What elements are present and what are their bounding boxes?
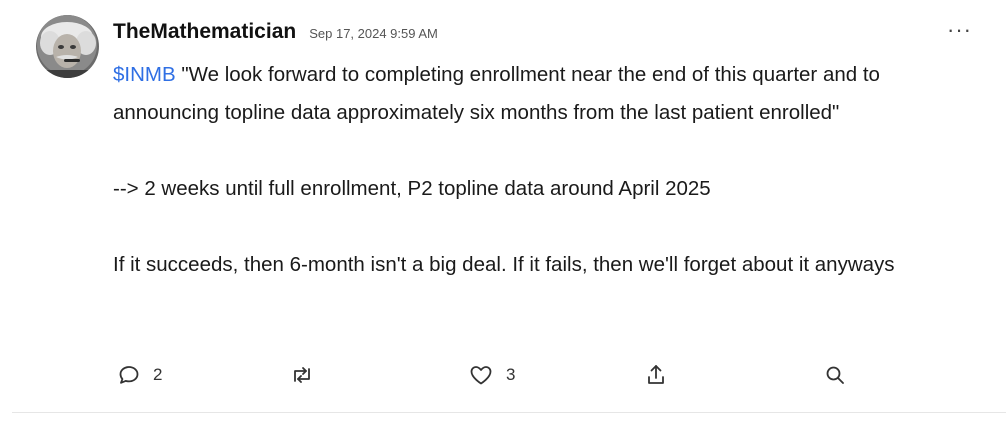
like-button[interactable]: 3 [468,360,515,390]
share-button[interactable] [645,360,667,390]
post-body: $INMB "We look forward to completing enr… [113,56,973,284]
ticker-link[interactable]: $INMB [113,63,176,86]
repost-button[interactable] [289,360,315,390]
timestamp[interactable]: Sep 17, 2024 9:59 AM [309,26,438,41]
action-bar: 2 3 [113,360,873,390]
comment-icon [117,363,141,387]
quote-text: "We look forward to completing enrollmen… [113,63,880,124]
like-count: 3 [506,365,516,384]
reply-button[interactable]: 2 [117,360,162,390]
post-paragraph: $INMB "We look forward to completing enr… [113,56,973,132]
post-header: TheMathematician Sep 17, 2024 9:59 AM [113,20,438,44]
repost-icon [289,363,315,387]
avatar[interactable] [36,15,99,78]
username[interactable]: TheMathematician [113,20,296,44]
post-card: TheMathematician Sep 17, 2024 9:59 AM ··… [0,0,1006,426]
post-paragraph: --> 2 weeks until full enrollment, P2 to… [113,177,711,200]
heart-icon [468,363,494,387]
share-icon [645,363,667,387]
reply-count: 2 [153,365,163,384]
more-options-icon[interactable]: ··· [947,19,972,41]
divider [12,412,1006,413]
search-icon [823,363,847,387]
post-paragraph: If it succeeds, then 6-month isn't a big… [113,253,895,276]
search-button[interactable] [823,360,847,390]
